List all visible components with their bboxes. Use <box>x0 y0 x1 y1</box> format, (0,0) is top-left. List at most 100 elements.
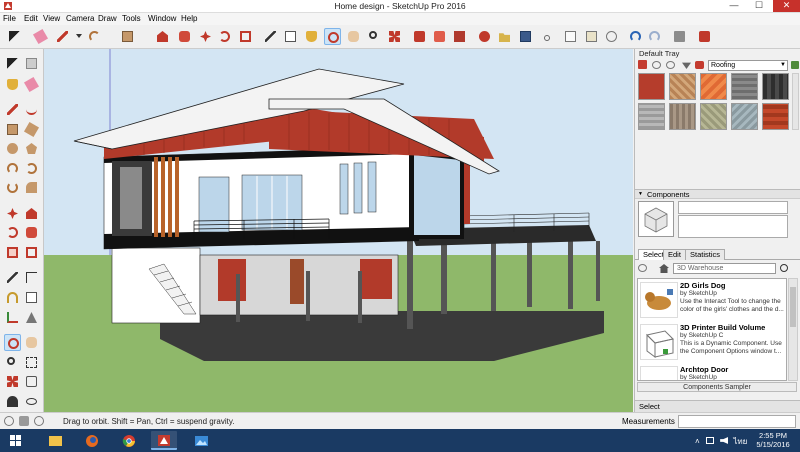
eraser-tool-button[interactable] <box>32 28 49 45</box>
menu-view[interactable]: View <box>43 14 60 23</box>
3d-warehouse-button[interactable] <box>411 28 428 45</box>
lt-polygon-button[interactable] <box>23 140 40 157</box>
lt-zoom-window-button[interactable] <box>23 354 40 371</box>
select-tool-button[interactable] <box>6 28 23 45</box>
lt-push-pull-button[interactable] <box>23 205 40 222</box>
taskbar-chrome[interactable] <box>116 431 142 450</box>
forward-icon[interactable] <box>666 61 675 69</box>
menu-help[interactable]: Help <box>181 14 197 23</box>
home-icon[interactable] <box>682 62 691 69</box>
material-library-select[interactable]: Roofing ▼ <box>708 60 788 71</box>
lt-paint-button[interactable] <box>4 76 21 93</box>
lt-axes-button[interactable] <box>4 309 21 326</box>
materials-scrollbar[interactable] <box>792 73 799 130</box>
minimize-button[interactable]: — <box>723 0 745 12</box>
orbit-tool-button[interactable] <box>324 28 341 45</box>
pencil-tool-button[interactable] <box>54 28 71 45</box>
share-model-button[interactable] <box>431 28 448 45</box>
network-icon[interactable] <box>705 437 714 444</box>
lt-zoom-button[interactable] <box>4 354 21 371</box>
extension-warehouse-button[interactable] <box>451 28 468 45</box>
search-icon[interactable] <box>780 264 788 272</box>
zoom-extents-button[interactable] <box>386 28 403 45</box>
home-icon[interactable] <box>659 264 669 273</box>
select-panel-header[interactable]: Select <box>635 400 800 412</box>
taskbar-firefox[interactable] <box>79 431 105 450</box>
components-panel-header[interactable]: Components <box>635 189 800 199</box>
pencil-dropdown[interactable] <box>70 28 87 45</box>
lt-pie-button[interactable] <box>23 179 40 196</box>
lt-circle-button[interactable] <box>4 140 21 157</box>
taskbar-clock[interactable]: 2:55 PM 5/15/2016 <box>750 431 796 449</box>
lt-3d-text-button[interactable] <box>23 309 40 326</box>
menu-edit[interactable]: Edit <box>24 14 38 23</box>
menu-file[interactable]: File <box>3 14 16 23</box>
lt-scale-button[interactable] <box>4 244 21 261</box>
redo-button[interactable] <box>646 28 663 45</box>
lt-move-button[interactable] <box>4 205 21 222</box>
lt-previous-view-button[interactable] <box>23 373 40 390</box>
volume-icon[interactable] <box>720 437 729 444</box>
component-name-field[interactable] <box>678 201 788 214</box>
roofing-swatch-8[interactable] <box>700 103 727 130</box>
lt-look-around-button[interactable] <box>23 393 40 410</box>
menu-draw[interactable]: Draw <box>98 14 117 23</box>
menu-window[interactable]: Window <box>148 14 176 23</box>
open-button[interactable] <box>496 28 513 45</box>
save-button[interactable] <box>517 28 534 45</box>
text-tool-button[interactable] <box>282 28 299 45</box>
component-description-field[interactable] <box>678 215 788 238</box>
lt-text-button[interactable] <box>23 289 40 306</box>
lt-eraser-button[interactable] <box>23 76 40 93</box>
tape-measure-tool-button[interactable] <box>262 28 279 45</box>
model-info-button[interactable] <box>696 28 713 45</box>
lt-pan-button[interactable] <box>23 334 40 351</box>
lt-position-camera-button[interactable] <box>4 393 21 410</box>
taskbar-explorer[interactable] <box>42 431 68 450</box>
lt-dimension-button[interactable] <box>23 269 40 286</box>
menu-tools[interactable]: Tools <box>122 14 141 23</box>
offset-tool-button[interactable] <box>237 28 254 45</box>
close-button[interactable]: ✕ <box>773 0 800 12</box>
lt-rotate-button[interactable] <box>4 224 21 241</box>
roofing-swatch-7[interactable] <box>669 103 696 130</box>
taskbar-sketchup[interactable] <box>151 431 177 450</box>
tab-edit[interactable]: Edit <box>663 249 686 260</box>
taskbar-photos[interactable] <box>188 431 214 450</box>
roofing-swatch-6[interactable] <box>638 103 665 130</box>
undo-button[interactable] <box>627 28 644 45</box>
copy-button[interactable] <box>562 28 579 45</box>
roofing-swatch-3[interactable] <box>700 73 727 100</box>
pan-tool-button[interactable] <box>345 28 362 45</box>
language-indicator-icon[interactable]: ไทย <box>733 437 747 446</box>
lt-line-button[interactable] <box>4 101 21 118</box>
new-model-button[interactable] <box>476 28 493 45</box>
chevron-up-icon[interactable]: ˄ <box>695 437 700 446</box>
lt-protractor-button[interactable] <box>4 289 21 306</box>
back-icon[interactable] <box>652 61 661 69</box>
lt-rotated-rectangle-button[interactable] <box>23 121 40 138</box>
paste-button[interactable] <box>583 28 600 45</box>
lt-follow-me-button[interactable] <box>23 224 40 241</box>
list-item[interactable]: Archtop Door by SketchUp <box>638 364 786 380</box>
roofing-swatch-5[interactable] <box>762 73 789 100</box>
lt-make-component-button[interactable] <box>23 55 40 72</box>
lt-tape-measure-button[interactable] <box>4 269 21 286</box>
follow-me-tool-button[interactable] <box>176 28 193 45</box>
lt-select-button[interactable] <box>4 55 21 72</box>
rectangle-tool-button[interactable] <box>119 28 136 45</box>
material-preview-icon[interactable] <box>638 60 647 69</box>
maximize-button[interactable]: ☐ <box>748 0 770 12</box>
arc-tool-button[interactable] <box>86 28 103 45</box>
print-button[interactable] <box>671 28 688 45</box>
geo-location-icon[interactable] <box>4 416 14 426</box>
lt-arc-button[interactable] <box>4 160 21 177</box>
list-item[interactable]: 2D Girls Dog by SketchUp Use the Interac… <box>638 280 786 322</box>
roofing-swatch-1[interactable] <box>638 73 665 100</box>
model-viewport[interactable] <box>44 49 633 412</box>
credits-icon[interactable] <box>19 416 29 426</box>
list-item[interactable]: 3D Printer Build Volume by SketchUp C Th… <box>638 322 786 364</box>
view-options-icon[interactable] <box>638 264 647 272</box>
menu-camera[interactable]: Camera <box>66 14 94 23</box>
lt-two-point-arc-button[interactable] <box>23 160 40 177</box>
